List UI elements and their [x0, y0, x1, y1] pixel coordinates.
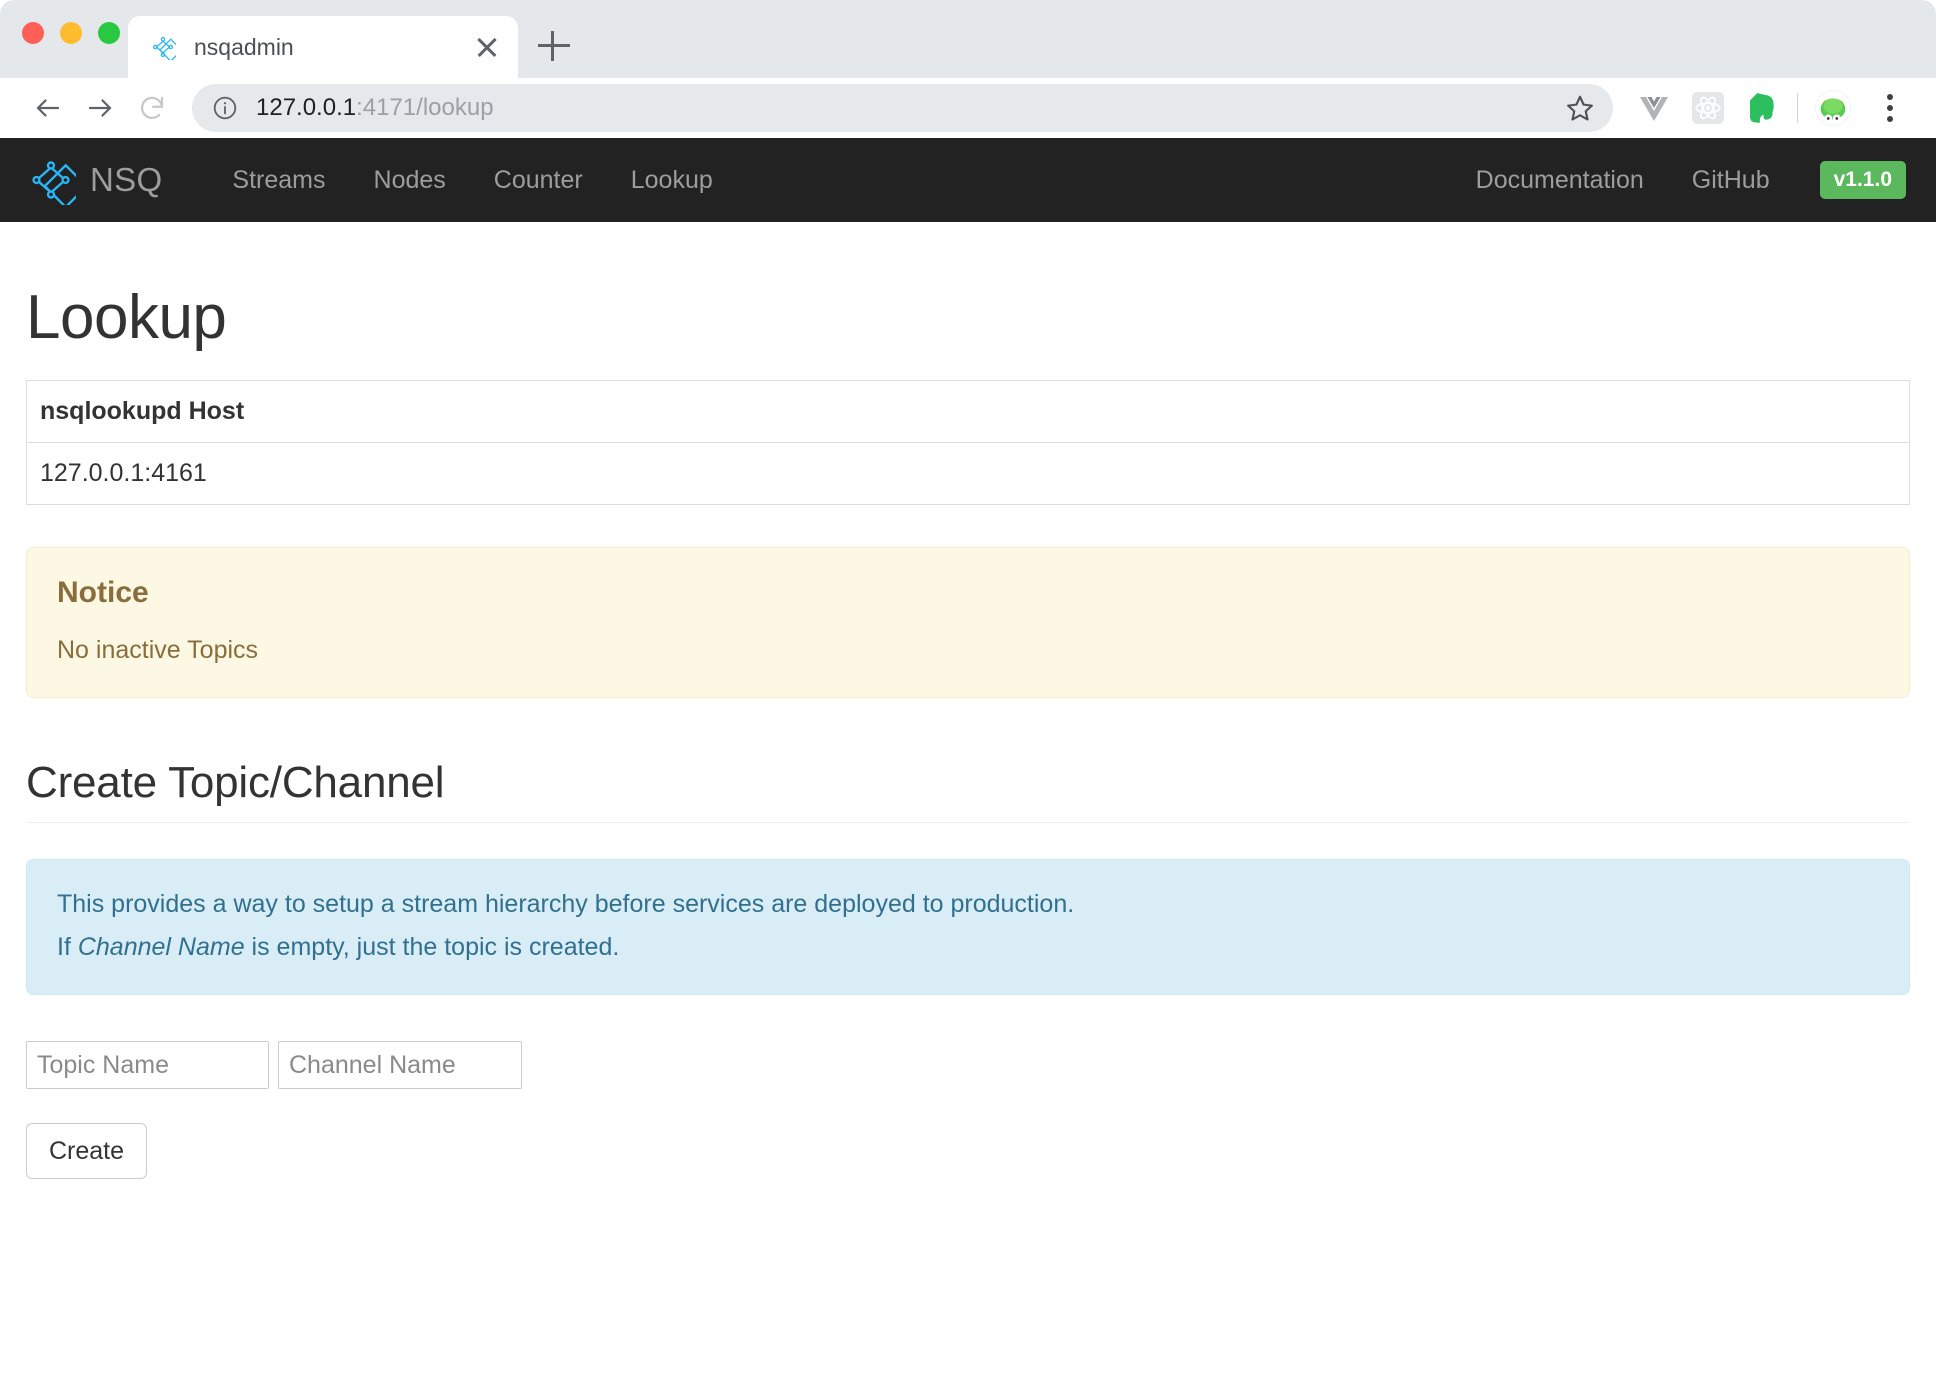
evernote-icon[interactable] — [1735, 82, 1789, 134]
table-row: 127.0.0.1:4161 — [27, 443, 1910, 505]
info-line-1: This provides a way to setup a stream hi… — [57, 890, 1879, 919]
url-host: 127.0.0.1 — [256, 94, 356, 121]
window-traffic-lights — [22, 22, 120, 44]
notice-alert: Notice No inactive Topics — [26, 547, 1910, 698]
create-info-alert: This provides a way to setup a stream hi… — [26, 859, 1910, 995]
extension-icons — [1627, 82, 1914, 134]
info-line-2: If Channel Name is empty, just the topic… — [57, 933, 1879, 962]
react-devtools-icon[interactable] — [1681, 82, 1735, 134]
channel-name-input[interactable] — [278, 1041, 522, 1089]
minimize-window-button[interactable] — [60, 22, 82, 44]
tab-title: nsqadmin — [194, 34, 472, 61]
nsqlookupd-host-table: nsqlookupd Host 127.0.0.1:4161 — [26, 380, 1910, 505]
page-content: Lookup nsqlookupd Host 127.0.0.1:4161 No… — [0, 284, 1936, 1179]
back-button[interactable] — [22, 82, 74, 134]
browser-window: nsqadmin — [0, 0, 1936, 1382]
create-button[interactable]: Create — [26, 1123, 147, 1179]
table-header-row: nsqlookupd Host — [27, 381, 1910, 443]
page-title: Lookup — [26, 284, 1910, 352]
toolbar-divider — [1797, 93, 1798, 123]
column-header-nsqlookupd-host: nsqlookupd Host — [27, 381, 1910, 443]
info-line-2-suffix: is empty, just the topic is created. — [245, 933, 620, 961]
notice-message: No inactive Topics — [57, 636, 1879, 665]
tab-strip: nsqadmin — [0, 0, 1936, 78]
vue-devtools-icon[interactable] — [1627, 82, 1681, 134]
new-tab-button[interactable] — [536, 28, 572, 64]
nsq-logo-icon — [150, 34, 176, 60]
brand-label: NSQ — [90, 161, 162, 199]
cell-nsqlookupd-host: 127.0.0.1:4161 — [27, 443, 1910, 505]
create-form-inputs — [26, 1041, 1910, 1089]
notice-title: Notice — [57, 576, 1879, 610]
reload-button[interactable] — [126, 82, 178, 134]
info-line-2-prefix: If — [57, 933, 78, 961]
nav-item-github[interactable]: GitHub — [1668, 166, 1794, 195]
nav-item-streams[interactable]: Streams — [208, 166, 349, 195]
nsq-nav-links: Streams Nodes Counter Lookup — [208, 166, 736, 195]
nav-item-lookup[interactable]: Lookup — [607, 166, 737, 195]
nav-item-counter[interactable]: Counter — [470, 166, 607, 195]
nsq-navbar: NSQ Streams Nodes Counter Lookup Documen… — [0, 138, 1936, 222]
browser-tab[interactable]: nsqadmin — [128, 16, 518, 78]
nav-item-nodes[interactable]: Nodes — [350, 166, 470, 195]
maximize-window-button[interactable] — [98, 22, 120, 44]
forward-button[interactable] — [74, 82, 126, 134]
nsq-logo-icon — [26, 155, 76, 205]
address-bar[interactable]: 127.0.0.1:4171/lookup — [192, 84, 1613, 132]
bookmark-star-icon[interactable] — [1565, 93, 1595, 123]
close-window-button[interactable] — [22, 22, 44, 44]
site-info-icon[interactable] — [212, 95, 238, 121]
nsq-nav-right: Documentation GitHub v1.1.0 — [1452, 161, 1910, 199]
version-badge[interactable]: v1.1.0 — [1820, 161, 1906, 199]
create-topic-channel-heading: Create Topic/Channel — [26, 758, 1910, 823]
chrome-menu-icon[interactable] — [1866, 82, 1914, 134]
url-text: 127.0.0.1:4171/lookup — [256, 94, 1565, 122]
close-tab-icon[interactable] — [472, 32, 502, 62]
browser-toolbar: 127.0.0.1:4171/lookup — [0, 78, 1936, 138]
topic-name-input[interactable] — [26, 1041, 269, 1089]
nav-item-documentation[interactable]: Documentation — [1452, 166, 1668, 195]
info-line-2-emphasis: Channel Name — [78, 933, 245, 961]
avatar[interactable] — [1806, 82, 1860, 134]
brand-link[interactable]: NSQ — [26, 155, 162, 205]
url-path: :4171/lookup — [356, 94, 493, 121]
